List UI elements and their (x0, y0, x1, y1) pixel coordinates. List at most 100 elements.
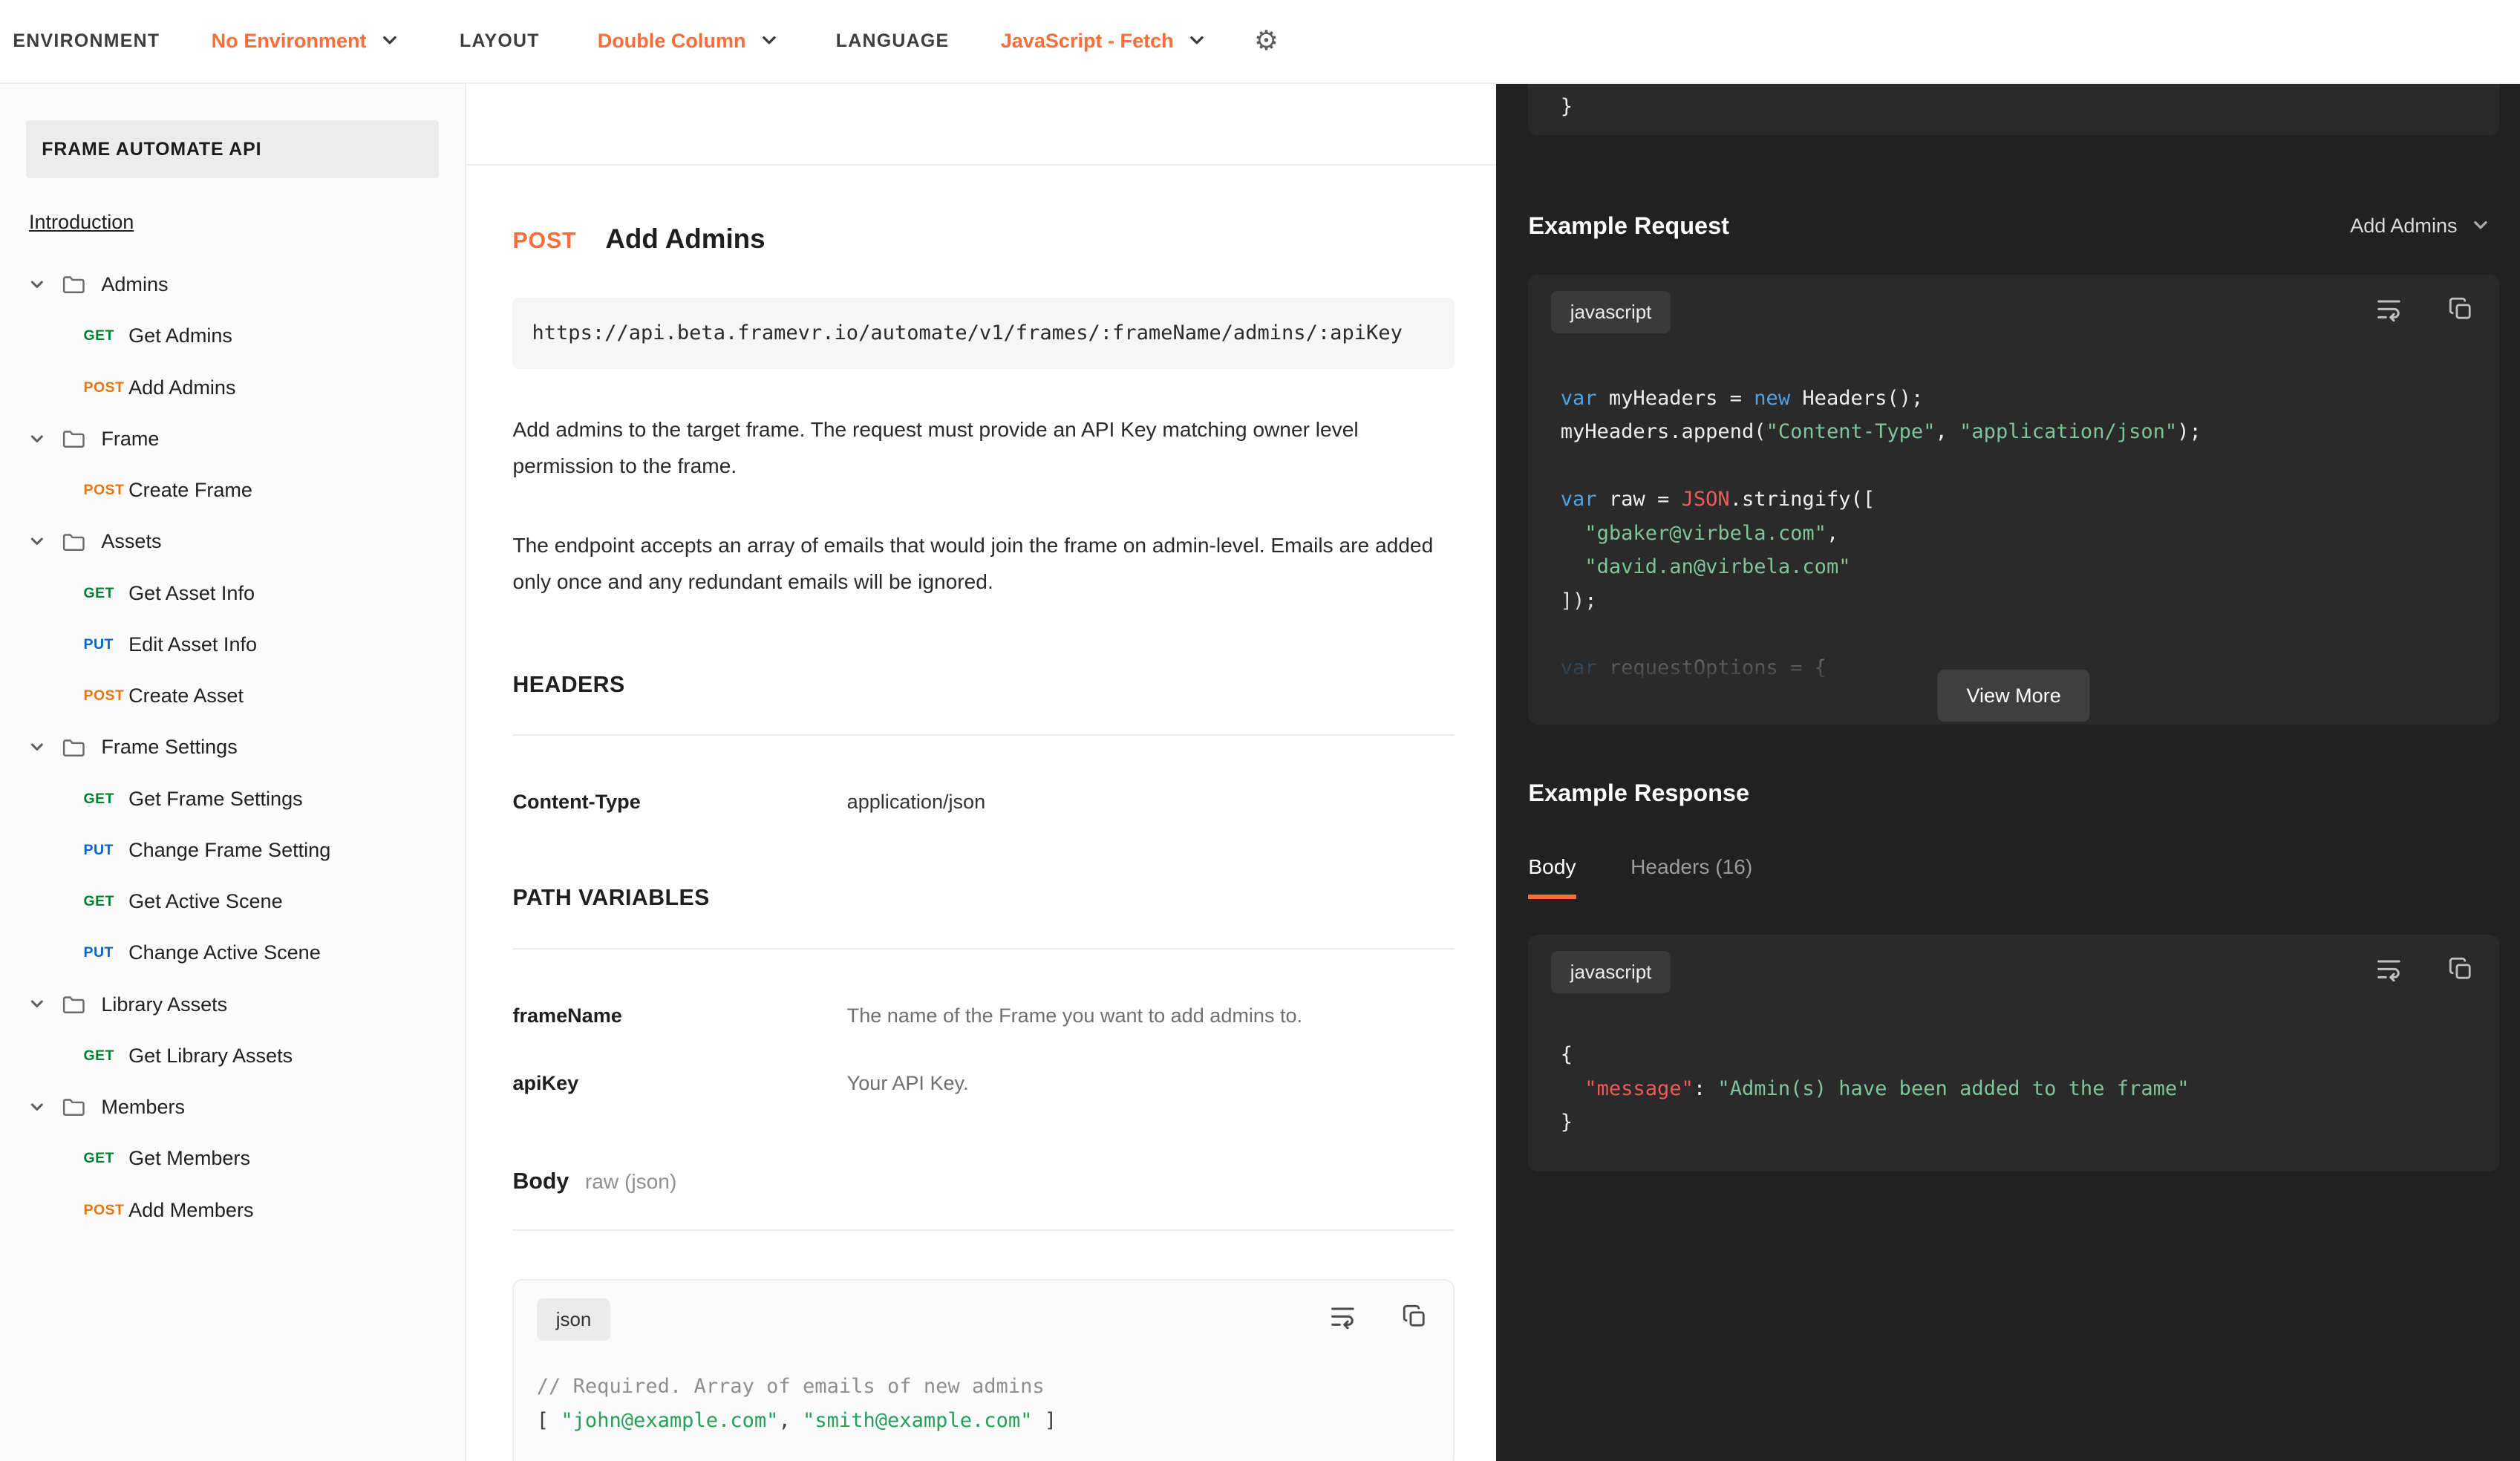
code-card-header: javascript (1528, 275, 2498, 346)
sidebar-endpoint-add-admins[interactable]: POST Add Admins (26, 362, 439, 413)
language-select[interactable]: JavaScript - Fetch (991, 28, 1215, 54)
chevron-down-icon (29, 431, 45, 448)
chevron-down-icon (1188, 32, 1206, 50)
view-more-button[interactable]: View More (1937, 670, 2090, 722)
copy-button[interactable] (2448, 296, 2474, 328)
wrap-text-button[interactable] (2375, 295, 2403, 329)
path-variable-desc: Your API Key. (846, 1072, 969, 1095)
folder-icon (61, 1095, 87, 1119)
chevron-down-icon (760, 32, 778, 50)
code-card-header: javascript (1528, 935, 2498, 1006)
language-chip: javascript (1550, 290, 1671, 333)
chevron-down-icon (29, 996, 45, 1013)
tab-body[interactable]: Body (1528, 855, 1576, 900)
method-badge: PUT (83, 944, 114, 961)
sidebar-item-label: Get Library Assets (128, 1044, 293, 1067)
sidebar-endpoint-get-library-assets[interactable]: GET Get Library Assets (26, 1030, 439, 1082)
sidebar-item-label: Assets (101, 530, 162, 553)
wrap-text-button[interactable] (1329, 1303, 1357, 1336)
sidebar-endpoint-create-frame[interactable]: POST Create Frame (26, 465, 439, 516)
method-badge: GET (83, 790, 114, 807)
method-badge: POST (83, 687, 125, 705)
endpoint-method: POST (512, 228, 577, 253)
sidebar-folder-library-assets[interactable]: Library Assets (26, 978, 439, 1030)
sidebar-item-label: Add Admins (128, 376, 236, 399)
scrolled-code-remnant: } (1528, 83, 2499, 135)
wrap-text-icon (2375, 295, 2403, 329)
code-content: { "message": "Admin(s) have been added t… (1528, 1006, 2498, 1171)
example-request-code-card: javascript var myHeaders = new Headers()… (1528, 275, 2499, 725)
code-line: } (1560, 1111, 1573, 1134)
response-tabs: Body Headers (16) (1528, 855, 2498, 900)
chevron-down-icon (29, 1099, 45, 1116)
sidebar-item-label: Get Admins (128, 324, 232, 347)
environment-label: ENVIRONMENT (13, 30, 160, 51)
sidebar: FRAME AUTOMATE API Introduction Admins GE… (0, 83, 466, 1461)
environment-select[interactable]: No Environment (202, 28, 408, 54)
main-layout: FRAME AUTOMATE API Introduction Admins GE… (0, 83, 2520, 1461)
example-request-select[interactable]: Add Admins (2340, 213, 2499, 239)
code-line: // Required. Array of emails of new admi… (536, 1375, 1045, 1399)
body-section-heading: Body raw (json) (512, 1169, 1455, 1232)
layout-label: LAYOUT (460, 30, 540, 51)
sidebar-endpoint-get-admins[interactable]: GET Get Admins (26, 310, 439, 362)
path-variable-key: frameName (512, 1004, 622, 1027)
settings-gear-button[interactable]: ⚙ (1251, 24, 1282, 58)
sidebar-folder-admins[interactable]: Admins (26, 259, 439, 310)
copy-button[interactable] (2448, 956, 2474, 988)
folder-icon (61, 993, 87, 1016)
examples-panel: } Example Request Add Admins javascript (1496, 83, 2520, 1461)
api-documentation-page: ENVIRONMENT No Environment LAYOUT Double… (0, 0, 2520, 1461)
sidebar-endpoint-edit-asset-info[interactable]: PUT Edit Asset Info (26, 619, 439, 670)
sidebar-folder-assets[interactable]: Assets (26, 516, 439, 567)
content-header-divider (466, 84, 1497, 166)
collection-title: FRAME AUTOMATE API (25, 120, 440, 179)
sidebar-item-label: Change Active Scene (128, 941, 321, 964)
header-value: application/json (846, 790, 986, 813)
sidebar-item-label: Frame (101, 427, 160, 450)
code-content: // Required. Array of emails of new admi… (514, 1353, 1452, 1460)
wrap-text-icon (1329, 1303, 1357, 1336)
sidebar-item-label: Members (101, 1096, 186, 1119)
sidebar-item-label: Get Active Scene (128, 890, 283, 913)
sidebar-item-label: Create Frame (128, 479, 252, 502)
code-line: "message": "Admin(s) have been added to … (1584, 1076, 2190, 1100)
request-body-code-card: json // Required. Array of emails of new… (512, 1279, 1455, 1461)
code-line: myHeaders.append("Content-Type", "applic… (1560, 420, 2201, 444)
method-badge: PUT (83, 841, 114, 858)
sidebar-endpoint-create-asset[interactable]: POST Create Asset (26, 670, 439, 722)
sidebar-endpoint-get-frame-settings[interactable]: GET Get Frame Settings (26, 773, 439, 824)
tab-headers[interactable]: Headers (16) (1631, 855, 1752, 900)
wrap-text-button[interactable] (2375, 955, 2403, 989)
gear-icon: ⚙ (1253, 24, 1279, 56)
sidebar-tree: Admins GET Get Admins POST Add Admins Frame P… (26, 259, 439, 1236)
language-chip: json (536, 1298, 611, 1341)
code-line: ]); (1560, 589, 1597, 612)
folder-icon (61, 427, 87, 451)
sidebar-endpoint-get-asset-info[interactable]: GET Get Asset Info (26, 567, 439, 618)
folder-icon (61, 736, 87, 759)
path-variable-row: frameName The name of the Frame you want… (512, 1004, 1454, 1027)
code-line: "gbaker@virbela.com", (1584, 521, 1839, 545)
example-response-heading: Example Response (1528, 779, 1750, 806)
sidebar-endpoint-change-frame-setting[interactable]: PUT Change Frame Setting (26, 825, 439, 876)
sidebar-folder-frame-settings[interactable]: Frame Settings (26, 722, 439, 773)
sidebar-item-introduction[interactable]: Introduction (29, 211, 134, 234)
method-badge: GET (83, 584, 114, 601)
layout-select[interactable]: Double Column (588, 28, 788, 54)
sidebar-item-label: Add Members (128, 1198, 254, 1221)
sidebar-endpoint-add-members[interactable]: POST Add Members (26, 1184, 439, 1235)
copy-button[interactable] (1402, 1304, 1428, 1336)
sidebar-endpoint-change-active-scene[interactable]: PUT Change Active Scene (26, 927, 439, 978)
endpoint-title: POST Add Admins (512, 223, 1454, 255)
endpoint-url: https://api.beta.framevr.io/automate/v1/… (512, 298, 1455, 369)
path-variable-row: apiKey Your API Key. (512, 1072, 1454, 1095)
chevron-down-icon (29, 277, 45, 293)
sidebar-folder-members[interactable]: Members (26, 1082, 439, 1133)
chevron-down-icon (29, 534, 45, 550)
sidebar-endpoint-get-active-scene[interactable]: GET Get Active Scene (26, 876, 439, 927)
sidebar-folder-frame[interactable]: Frame (26, 414, 439, 465)
sidebar-item-label: Get Members (128, 1147, 250, 1170)
sidebar-endpoint-get-members[interactable]: GET Get Members (26, 1133, 439, 1184)
